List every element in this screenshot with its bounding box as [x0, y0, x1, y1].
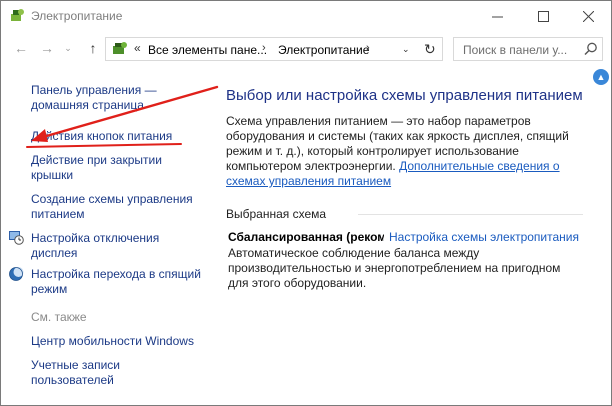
breadcrumb-power-options[interactable]: Электропитание	[278, 43, 369, 57]
search-input[interactable]: Поиск в панели у...	[453, 37, 603, 61]
see-also-heading: См. также	[31, 310, 87, 324]
main-content: Выбор или настройка схемы управления пит…	[206, 67, 591, 405]
breadcrumb-separator-icon[interactable]: ›	[262, 42, 266, 54]
sidebar: Панель управления — домашняя страница Де…	[1, 67, 206, 405]
sidebar-item-power-buttons[interactable]: Действия кнопок питания	[31, 129, 201, 144]
breadcrumb-all-items[interactable]: Все элементы пане...	[148, 43, 267, 57]
arrow-up-icon: ↑	[89, 40, 97, 56]
selected-plan-heading: Выбранная схема	[226, 207, 327, 221]
moon-sleep-icon	[9, 267, 24, 281]
breadcrumb-separator-icon[interactable]: ›	[366, 42, 370, 54]
window-title: Электропитание	[31, 9, 123, 23]
page-title: Выбор или настройка схемы управления пит…	[226, 87, 583, 104]
control-panel-icon	[113, 42, 127, 54]
page-description: Схема управления питанием — это набор па…	[226, 114, 586, 189]
help-icon[interactable]: ▲	[593, 69, 609, 85]
change-plan-settings-link[interactable]: Настройка схемы электропитания	[389, 230, 579, 244]
scroll-up-arrow-icon: ▲	[596, 72, 606, 82]
power-options-icon	[11, 9, 24, 21]
address-bar[interactable]: « Все элементы пане... › Электропитание …	[105, 37, 443, 61]
close-button[interactable]	[565, 1, 611, 31]
sidebar-item-lid-close[interactable]: Действие при закрытии крышки	[31, 153, 201, 183]
sidebar-item-create-plan[interactable]: Создание схемы управления питанием	[31, 192, 201, 222]
minimize-button[interactable]	[474, 1, 520, 31]
up-button[interactable]: ↑	[83, 37, 103, 59]
recent-locations-button[interactable]: ⌄	[61, 37, 75, 59]
maximize-icon	[537, 10, 549, 22]
back-button[interactable]: ←	[11, 37, 31, 59]
control-panel-window: Электропитание ← → ⌄ ↑ « Все элементы па…	[0, 0, 612, 406]
refresh-icon[interactable]: ↻	[424, 41, 436, 58]
sidebar-item-home[interactable]: Панель управления — домашняя страница	[31, 83, 201, 113]
forward-button[interactable]: →	[37, 37, 57, 59]
maximize-button[interactable]	[520, 1, 566, 31]
sidebar-item-sleep[interactable]: Настройка перехода в спящий режим	[31, 267, 201, 297]
see-also-mobility-center[interactable]: Центр мобильности Windows	[31, 334, 201, 349]
search-placeholder: Поиск в панели у...	[463, 43, 568, 57]
scrollbar[interactable]: ▲	[591, 67, 611, 405]
arrow-right-icon: →	[40, 40, 54, 56]
title-bar: Электропитание	[1, 1, 611, 31]
address-dropdown-icon[interactable]: ⌄	[402, 44, 410, 55]
minimize-icon	[491, 16, 503, 17]
close-icon	[582, 10, 594, 22]
arrow-left-icon: ←	[14, 40, 28, 56]
plan-description: Автоматическое соблюдение баланса между …	[228, 246, 561, 290]
search-icon	[584, 42, 597, 56]
section-divider	[358, 214, 583, 215]
navigation-bar: ← → ⌄ ↑ « Все элементы пане... › Электро…	[1, 33, 611, 65]
address-overflow-chevron[interactable]: «	[134, 41, 141, 55]
chevron-down-icon: ⌄	[64, 42, 72, 53]
display-clock-icon	[9, 231, 24, 245]
sidebar-item-display-off[interactable]: Настройка отключения дисплея	[31, 231, 201, 261]
see-also-user-accounts[interactable]: Учетные записи пользователей	[31, 358, 201, 388]
plan-name: Сбалансированная (рекомендуется)	[228, 230, 384, 244]
